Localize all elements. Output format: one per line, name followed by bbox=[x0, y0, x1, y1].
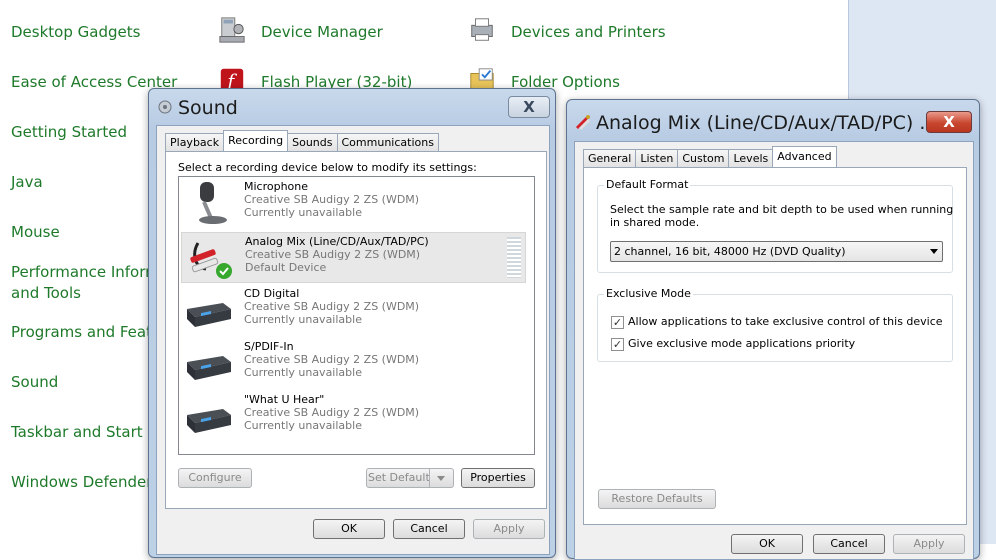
device-cd-digital[interactable]: CD Digital Creative SB Audigy 2 ZS (WDM)… bbox=[181, 285, 526, 336]
set-default-label: Set Default bbox=[368, 471, 430, 484]
device-name: CD Digital bbox=[244, 287, 300, 300]
default-format-description: Select the sample rate and bit depth to … bbox=[610, 203, 954, 216]
level-meter bbox=[507, 237, 521, 278]
device-status: Currently unavailable bbox=[244, 419, 362, 432]
set-default-button[interactable]: Set Default bbox=[366, 468, 454, 488]
exclusive-priority-label: Give exclusive mode applications priorit… bbox=[628, 337, 856, 350]
chevron-down-icon bbox=[930, 249, 938, 254]
tab-levels[interactable]: Levels bbox=[728, 149, 774, 167]
device-name: Analog Mix (Line/CD/Aux/TAD/PC) bbox=[245, 235, 429, 248]
default-format-description-2: in shared mode. bbox=[610, 216, 700, 229]
link-windows-defender[interactable]: Windows Defender bbox=[11, 472, 152, 493]
sound-dialog: Sound X Playback Recording Sounds Commun… bbox=[148, 88, 556, 558]
sound-cancel-button[interactable]: Cancel bbox=[393, 519, 465, 539]
properties-apply-button[interactable]: Apply bbox=[893, 534, 965, 554]
sound-card-icon bbox=[187, 409, 231, 433]
cable-icon bbox=[575, 115, 591, 130]
chevron-down-icon[interactable] bbox=[429, 469, 453, 487]
restore-defaults-button[interactable]: Restore Defaults bbox=[598, 489, 716, 509]
sound-apply-button[interactable]: Apply bbox=[473, 519, 545, 539]
device-analog-mix[interactable]: Analog Mix (Line/CD/Aux/TAD/PC) Creative… bbox=[181, 232, 526, 283]
tab-general[interactable]: General bbox=[583, 149, 637, 167]
properties-client-area: General Listen Custom Levels Advanced De… bbox=[574, 141, 974, 560]
properties-button[interactable]: Properties bbox=[461, 468, 535, 488]
tab-listen[interactable]: Listen bbox=[635, 149, 679, 167]
properties-close-button[interactable]: X bbox=[926, 111, 972, 133]
advanced-panel: Default Format Select the sample rate an… bbox=[583, 167, 967, 525]
exclusive-mode-label: Exclusive Mode bbox=[604, 287, 693, 300]
device-status: Currently unavailable bbox=[244, 366, 362, 379]
analog-mix-properties-dialog: Analog Mix (Line/CD/Aux/TAD/PC) ... X Ge… bbox=[566, 99, 980, 560]
link-performance-tools[interactable]: and Tools bbox=[11, 283, 81, 304]
link-performance-information[interactable]: Performance Inform bbox=[11, 262, 160, 283]
speaker-icon bbox=[158, 100, 172, 114]
device-name: "What U Hear" bbox=[244, 393, 325, 406]
tab-sounds[interactable]: Sounds bbox=[287, 133, 338, 151]
device-driver: Creative SB Audigy 2 ZS (WDM) bbox=[244, 406, 420, 419]
format-select[interactable]: 2 channel, 16 bit, 48000 Hz (DVD Quality… bbox=[610, 241, 943, 262]
sound-close-button[interactable]: X bbox=[508, 96, 550, 118]
recording-panel: Select a recording device below to modif… bbox=[165, 151, 547, 509]
sound-card-icon bbox=[187, 303, 231, 327]
link-getting-started[interactable]: Getting Started bbox=[11, 122, 127, 143]
device-name: S/PDIF-In bbox=[244, 340, 294, 353]
device-manager-icon[interactable] bbox=[217, 16, 247, 44]
link-desktop-gadgets[interactable]: Desktop Gadgets bbox=[11, 22, 140, 43]
link-mouse[interactable]: Mouse bbox=[11, 222, 60, 243]
format-value: 2 channel, 16 bit, 48000 Hz (DVD Quality… bbox=[614, 245, 846, 258]
tab-recording[interactable]: Recording bbox=[223, 130, 289, 151]
device-spdif-in[interactable]: S/PDIF-In Creative SB Audigy 2 ZS (WDM) … bbox=[181, 338, 526, 389]
recording-device-list: Microphone Creative SB Audigy 2 ZS (WDM)… bbox=[178, 176, 535, 455]
sound-dialog-title: Sound bbox=[178, 97, 238, 119]
device-driver: Creative SB Audigy 2 ZS (WDM) bbox=[244, 353, 420, 366]
device-status: Default Device bbox=[245, 261, 327, 274]
exclusive-mode-group: Exclusive Mode ✓ Allow applications to t… bbox=[597, 287, 953, 362]
link-device-manager[interactable]: Device Manager bbox=[261, 22, 383, 43]
device-driver: Creative SB Audigy 2 ZS (WDM) bbox=[244, 193, 420, 206]
link-programs-and-features[interactable]: Programs and Featu bbox=[11, 322, 161, 343]
properties-ok-button[interactable]: OK bbox=[731, 534, 803, 554]
configure-button[interactable]: Configure bbox=[178, 468, 252, 488]
sound-ok-button[interactable]: OK bbox=[313, 519, 385, 539]
link-taskbar-start-menu[interactable]: Taskbar and Start M bbox=[11, 422, 160, 443]
exclusive-priority-checkbox[interactable]: ✓ bbox=[611, 338, 624, 351]
sound-client-area: Playback Recording Sounds Communications… bbox=[156, 125, 550, 555]
device-driver: Creative SB Audigy 2 ZS (WDM) bbox=[244, 300, 420, 313]
tab-communications[interactable]: Communications bbox=[336, 133, 439, 151]
exclusive-control-checkbox[interactable]: ✓ bbox=[611, 316, 624, 329]
link-sound[interactable]: Sound bbox=[11, 372, 58, 393]
sound-card-icon bbox=[187, 356, 231, 380]
tab-advanced[interactable]: Advanced bbox=[772, 146, 837, 167]
default-format-label: Default Format bbox=[604, 178, 691, 191]
devices-printers-icon[interactable] bbox=[467, 16, 497, 44]
device-status: Currently unavailable bbox=[244, 313, 362, 326]
link-devices-printers[interactable]: Devices and Printers bbox=[511, 22, 666, 43]
analog-cable-icon bbox=[190, 242, 232, 279]
device-what-u-hear[interactable]: "What U Hear" Creative SB Audigy 2 ZS (W… bbox=[181, 391, 526, 442]
exclusive-control-label: Allow applications to take exclusive con… bbox=[628, 315, 943, 328]
link-java[interactable]: Java bbox=[11, 172, 43, 193]
device-status: Currently unavailable bbox=[244, 206, 362, 219]
microphone-icon bbox=[199, 182, 227, 224]
device-microphone[interactable]: Microphone Creative SB Audigy 2 ZS (WDM)… bbox=[181, 178, 526, 229]
tab-custom[interactable]: Custom bbox=[677, 149, 730, 167]
tab-playback[interactable]: Playback bbox=[165, 133, 225, 151]
properties-cancel-button[interactable]: Cancel bbox=[813, 534, 885, 554]
properties-dialog-title: Analog Mix (Line/CD/Aux/TAD/PC) ... bbox=[596, 112, 938, 134]
recording-instruction: Select a recording device below to modif… bbox=[178, 161, 477, 174]
default-format-group: Default Format Select the sample rate an… bbox=[597, 178, 954, 273]
device-driver: Creative SB Audigy 2 ZS (WDM) bbox=[245, 248, 421, 261]
device-name: Microphone bbox=[244, 180, 309, 193]
